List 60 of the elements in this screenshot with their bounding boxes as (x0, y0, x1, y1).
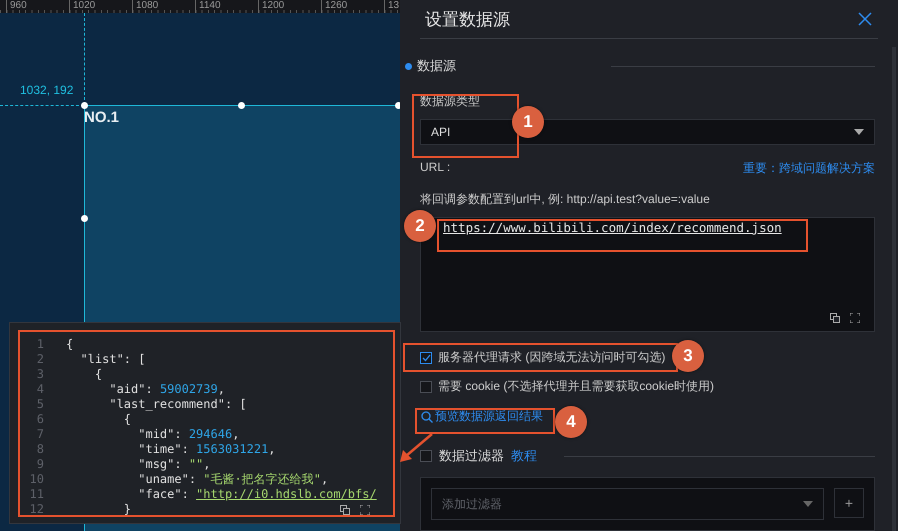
preview-link[interactable]: 预览数据源返回结果 (435, 408, 543, 425)
line-number: 6 (36, 412, 44, 427)
ruler-label: 960 (6, 0, 69, 13)
line-number: 8 (36, 442, 44, 457)
url-text: https://www.bilibili.com/index/recommend.json (443, 220, 782, 235)
line-number: 10 (28, 472, 44, 487)
line-number: 7 (36, 427, 44, 442)
add-button[interactable]: + (834, 488, 864, 518)
tutorial-link[interactable]: 教程 (511, 447, 537, 465)
line-number: 3 (36, 367, 44, 382)
code-line: } (122, 502, 132, 517)
fullscreen-icon[interactable] (360, 505, 370, 515)
filter-label: 数据过滤器 (439, 447, 504, 465)
code-line: { (122, 412, 132, 427)
fullscreen-icon[interactable] (850, 313, 860, 323)
code-line: "face": "http://i0.hdslb.com/bfs/ (137, 487, 377, 502)
ruler-label: 1260 (321, 0, 384, 13)
caret-icon (803, 501, 813, 507)
ruler-label: 1200 (258, 0, 321, 13)
code-line: { (94, 367, 102, 382)
code-line: "mid": 294646, (137, 427, 240, 442)
resize-handle[interactable] (81, 215, 88, 222)
code-line: "last_recommend": [ (108, 397, 247, 412)
copy-icon[interactable] (830, 313, 840, 323)
ruler-label: 1080 (132, 0, 195, 13)
code-line: "time": 1563031221, (137, 442, 276, 457)
code-line: { (66, 337, 74, 352)
code-line: "uname": "毛酱·把名字还给我", (137, 472, 328, 487)
line-number: 12 (28, 502, 44, 517)
annotation-arrow (398, 432, 434, 464)
code-line: "msg": "", (137, 457, 211, 472)
line-number: 2 (36, 352, 44, 367)
line-number: 4 (36, 382, 44, 397)
checkbox[interactable] (420, 450, 432, 462)
code-line: "list": [ (79, 352, 146, 367)
ruler-label: 1140 (195, 0, 258, 13)
ruler-label: 1020 (69, 0, 132, 13)
checkbox[interactable] (420, 352, 432, 364)
line-number: 1 (36, 337, 44, 352)
line-number: 5 (36, 397, 44, 412)
filter-select[interactable]: 添加过滤器 (431, 488, 824, 520)
field-label: URL : (420, 160, 450, 176)
option-label: 服务器代理请求 (因跨域无法访问时可勾选) (438, 349, 666, 366)
widget-title: NO.1 (84, 109, 120, 126)
search-icon (421, 410, 433, 422)
help-link[interactable]: 重要：跨域问题解决方案 (743, 160, 875, 177)
option-label: 需要 cookie (不选择代理并且需要获取cookie时使用) (438, 378, 714, 395)
section-dot (405, 62, 412, 70)
close-icon[interactable] (858, 12, 872, 26)
line-number: 9 (36, 457, 44, 472)
copy-icon[interactable] (340, 505, 350, 515)
caret-icon (854, 129, 864, 136)
line-number: 11 (28, 487, 44, 502)
resize-handle[interactable] (81, 102, 88, 109)
hint-text: 将回调参数配置到url中, 例: http://api.test?value=:value (420, 190, 711, 208)
checkbox[interactable] (420, 380, 432, 392)
code-line: "aid": 59002739, (108, 382, 225, 397)
position-readout: 1032, 192 (20, 83, 74, 97)
resize-handle[interactable] (238, 102, 245, 109)
section-title: 数据源 (417, 57, 456, 76)
